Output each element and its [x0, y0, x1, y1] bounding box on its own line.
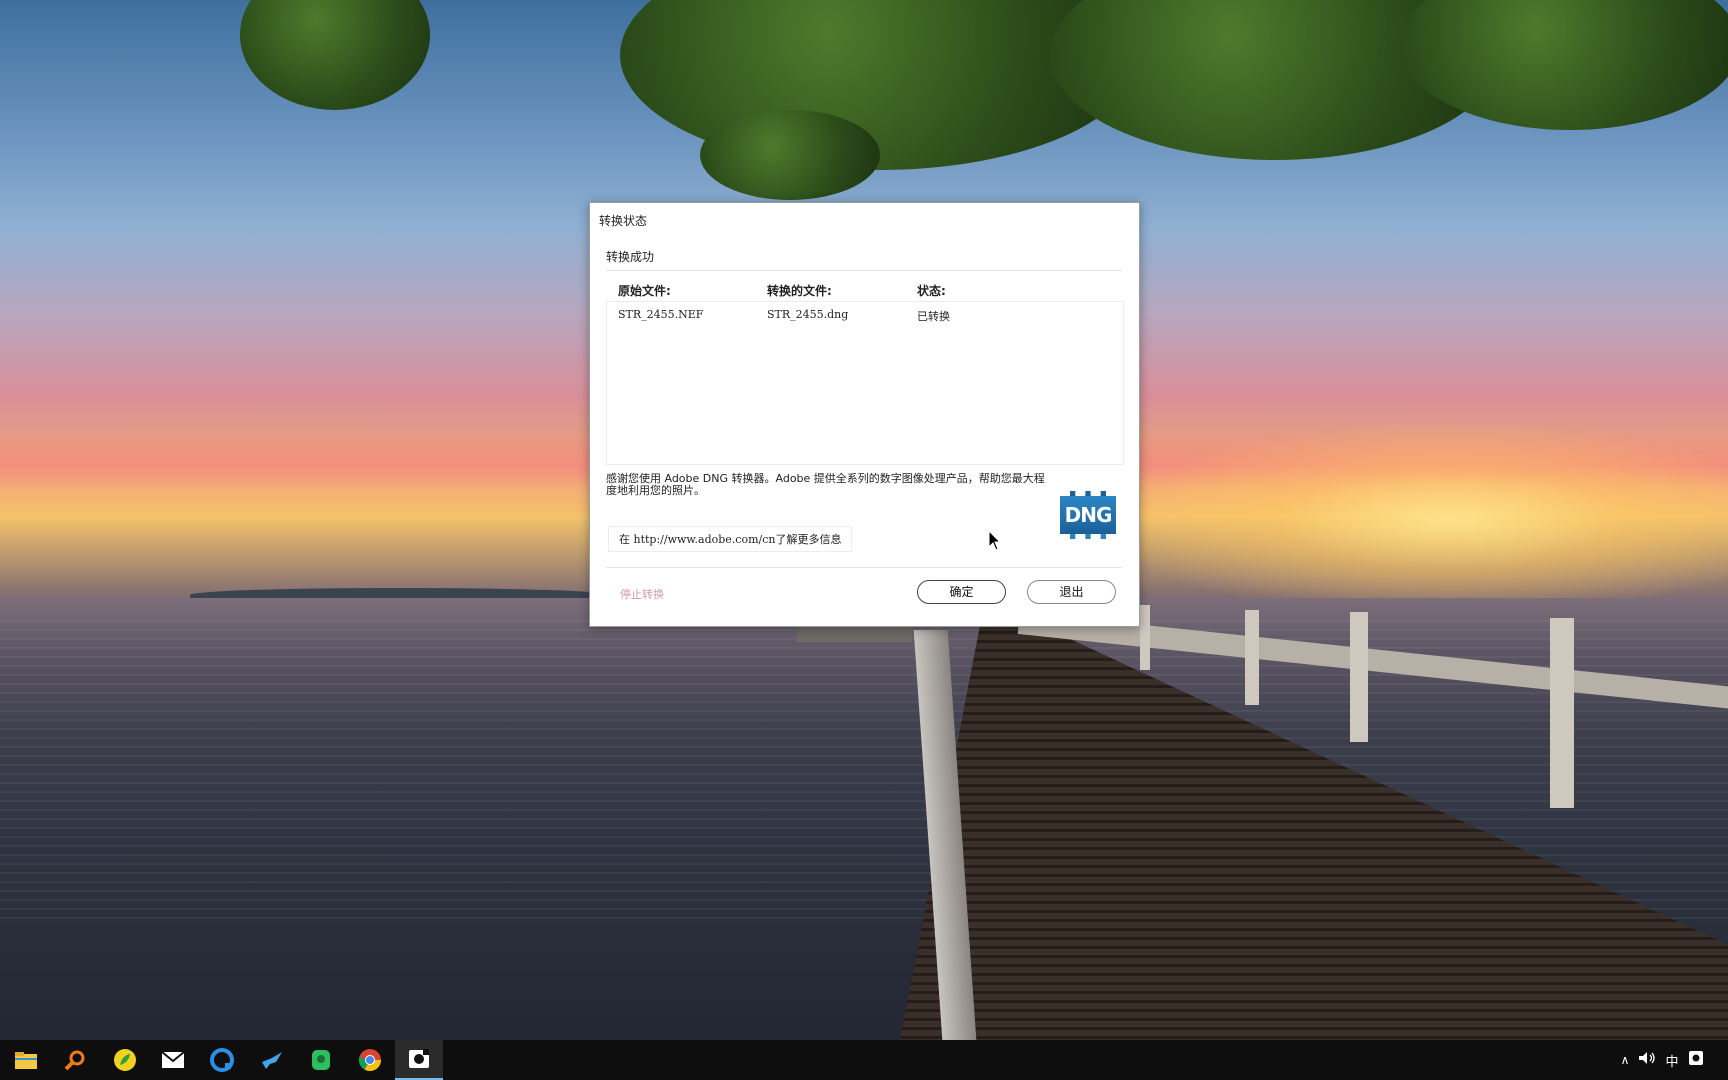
- taskbar-evernote[interactable]: [297, 1040, 345, 1080]
- wallpaper-dock-hut: [797, 626, 912, 642]
- wallpaper-pier-post: [1350, 612, 1368, 742]
- wallpaper-pier-post: [1245, 610, 1259, 705]
- ok-button[interactable]: 确定: [917, 580, 1006, 604]
- taskbar-file-explorer[interactable]: [2, 1040, 50, 1080]
- thank-you-text: 感谢您使用 Adobe DNG 转换器。Adobe 提供全系列的数字图像处理产品…: [606, 472, 1045, 497]
- taskbar-chrome[interactable]: [346, 1040, 394, 1080]
- wallpaper-pier-post: [1140, 605, 1150, 670]
- chrome-icon: [358, 1049, 381, 1071]
- wallpaper-pier-post: [1550, 618, 1574, 808]
- status-cell: 已转换: [917, 310, 950, 323]
- evernote-icon: [312, 1050, 330, 1070]
- quit-button[interactable]: 退出: [1027, 580, 1116, 604]
- dng-converter-icon: [409, 1049, 429, 1068]
- converted-file-cell: STR_2455.dng: [767, 308, 849, 321]
- column-header-converted: 转换的文件:: [767, 284, 832, 298]
- volume-icon[interactable]: [1635, 1051, 1659, 1069]
- ime-indicator[interactable]: 中: [1659, 1051, 1685, 1070]
- taskbar-search[interactable]: [51, 1040, 99, 1080]
- mouse-cursor-icon: [988, 530, 1002, 551]
- taskbar-dng-converter[interactable]: [395, 1040, 443, 1080]
- original-file-cell: STR_2455.NEF: [618, 308, 704, 321]
- dialog-title: 转换状态: [599, 214, 648, 228]
- mail-icon: [161, 1051, 185, 1068]
- speaker-icon: [1639, 1052, 1655, 1064]
- taskbar-app-green[interactable]: [101, 1040, 149, 1080]
- bird-icon: [262, 1052, 282, 1069]
- browser-icon: [210, 1048, 234, 1072]
- taskbar: ∧ 中: [0, 1040, 1728, 1080]
- column-header-status: 状态:: [917, 284, 946, 298]
- chevron-up-icon[interactable]: ∧: [1615, 1053, 1635, 1067]
- adobe-info-link[interactable]: 在 http://www.adobe.com/cn了解更多信息: [608, 526, 853, 552]
- green-app-icon: [114, 1049, 136, 1071]
- conversion-file-list[interactable]: STR_2455.NEF STR_2455.dng 已转换: [606, 301, 1124, 465]
- conversion-result-heading: 转换成功: [606, 250, 655, 264]
- column-header-original: 原始文件:: [618, 284, 671, 298]
- dng-logo-icon: DNG: [1060, 491, 1116, 539]
- taskbar-browser[interactable]: [198, 1040, 246, 1080]
- wallpaper-foliage: [700, 110, 880, 200]
- taskbar-bird-app[interactable]: [248, 1040, 296, 1080]
- search-icon: [64, 1050, 85, 1071]
- divider: [606, 270, 1122, 271]
- divider: [606, 567, 1122, 568]
- stop-conversion-button[interactable]: 停止转换: [620, 586, 664, 602]
- system-tray: ∧ 中: [1615, 1040, 1707, 1080]
- qq-icon[interactable]: [1685, 1050, 1707, 1070]
- wallpaper-sun-glow: [1100, 420, 1728, 620]
- conversion-status-dialog: 转换状态 转换成功 原始文件: 转换的文件: 状态: STR_2455.NEF …: [589, 202, 1140, 627]
- taskbar-mail[interactable]: [149, 1040, 197, 1080]
- table-row[interactable]: STR_2455.NEF STR_2455.dng 已转换: [607, 302, 1123, 324]
- tray-app-icon: [1689, 1051, 1703, 1065]
- folder-icon: [15, 1052, 37, 1069]
